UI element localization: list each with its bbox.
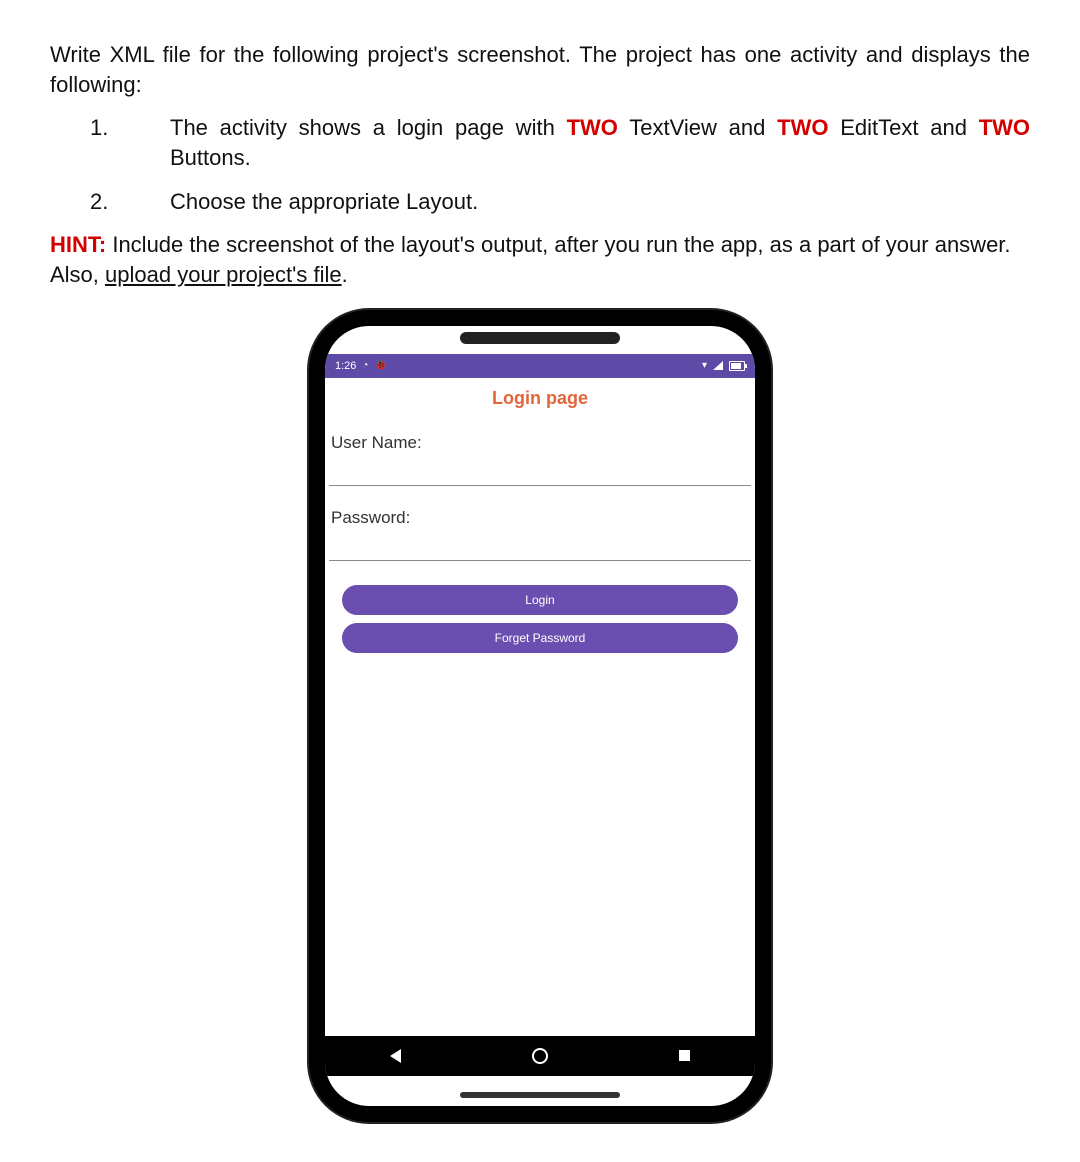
- text: TextView and: [618, 115, 777, 140]
- recents-icon[interactable]: [679, 1050, 690, 1061]
- password-input[interactable]: [329, 531, 751, 561]
- forgot-password-button[interactable]: Forget Password: [342, 623, 739, 653]
- text: Buttons.: [170, 145, 251, 170]
- emphasis-two: TWO: [979, 115, 1030, 140]
- login-button[interactable]: Login: [342, 585, 739, 615]
- list-item-2: 2. Choose the appropriate Layout.: [90, 187, 1030, 217]
- hint-label: HINT:: [50, 232, 106, 257]
- list-item-1: 1. The activity shows a login page with …: [90, 113, 1030, 172]
- emphasis-two: TWO: [567, 115, 618, 140]
- app-screen: Login page User Name: Password: Login Fo…: [325, 388, 755, 653]
- list-number: 1.: [90, 113, 170, 172]
- username-input[interactable]: [329, 456, 751, 486]
- list-number: 2.: [90, 187, 170, 217]
- text: The activity shows a login page with: [170, 115, 567, 140]
- status-debug-icon: 🐞: [374, 360, 386, 371]
- emphasis-two: TWO: [777, 115, 828, 140]
- phone-chin: [460, 1092, 620, 1098]
- status-mute-icon: ▾: [702, 360, 707, 371]
- signal-icon: [713, 361, 723, 370]
- password-label: Password:: [329, 508, 751, 528]
- phone-speaker: [460, 332, 620, 344]
- back-icon[interactable]: [390, 1049, 401, 1063]
- hint-underline: upload your project's file: [105, 262, 342, 287]
- list-body-2: Choose the appropriate Layout.: [170, 187, 1030, 217]
- text: EditText and: [828, 115, 978, 140]
- android-navbar: [325, 1036, 755, 1076]
- status-bar: 1:26 ◔ 🐞 ▾: [325, 354, 755, 378]
- phone-mockup: 1:26 ◔ 🐞 ▾ Login page User Name: Passwor…: [309, 310, 771, 1122]
- status-time: 1:26: [335, 360, 356, 372]
- status-clock-icon: ◔: [362, 360, 368, 371]
- app-title: Login page: [329, 388, 751, 409]
- hint-period: .: [342, 262, 348, 287]
- intro-text: Write XML file for the following project…: [50, 40, 1030, 99]
- home-icon[interactable]: [532, 1048, 548, 1064]
- battery-icon: [729, 361, 745, 371]
- hint-paragraph: HINT: Include the screenshot of the layo…: [50, 230, 1030, 289]
- list-body-1: The activity shows a login page with TWO…: [170, 113, 1030, 172]
- username-label: User Name:: [329, 433, 751, 453]
- ordered-list: 1. The activity shows a login page with …: [90, 113, 1030, 216]
